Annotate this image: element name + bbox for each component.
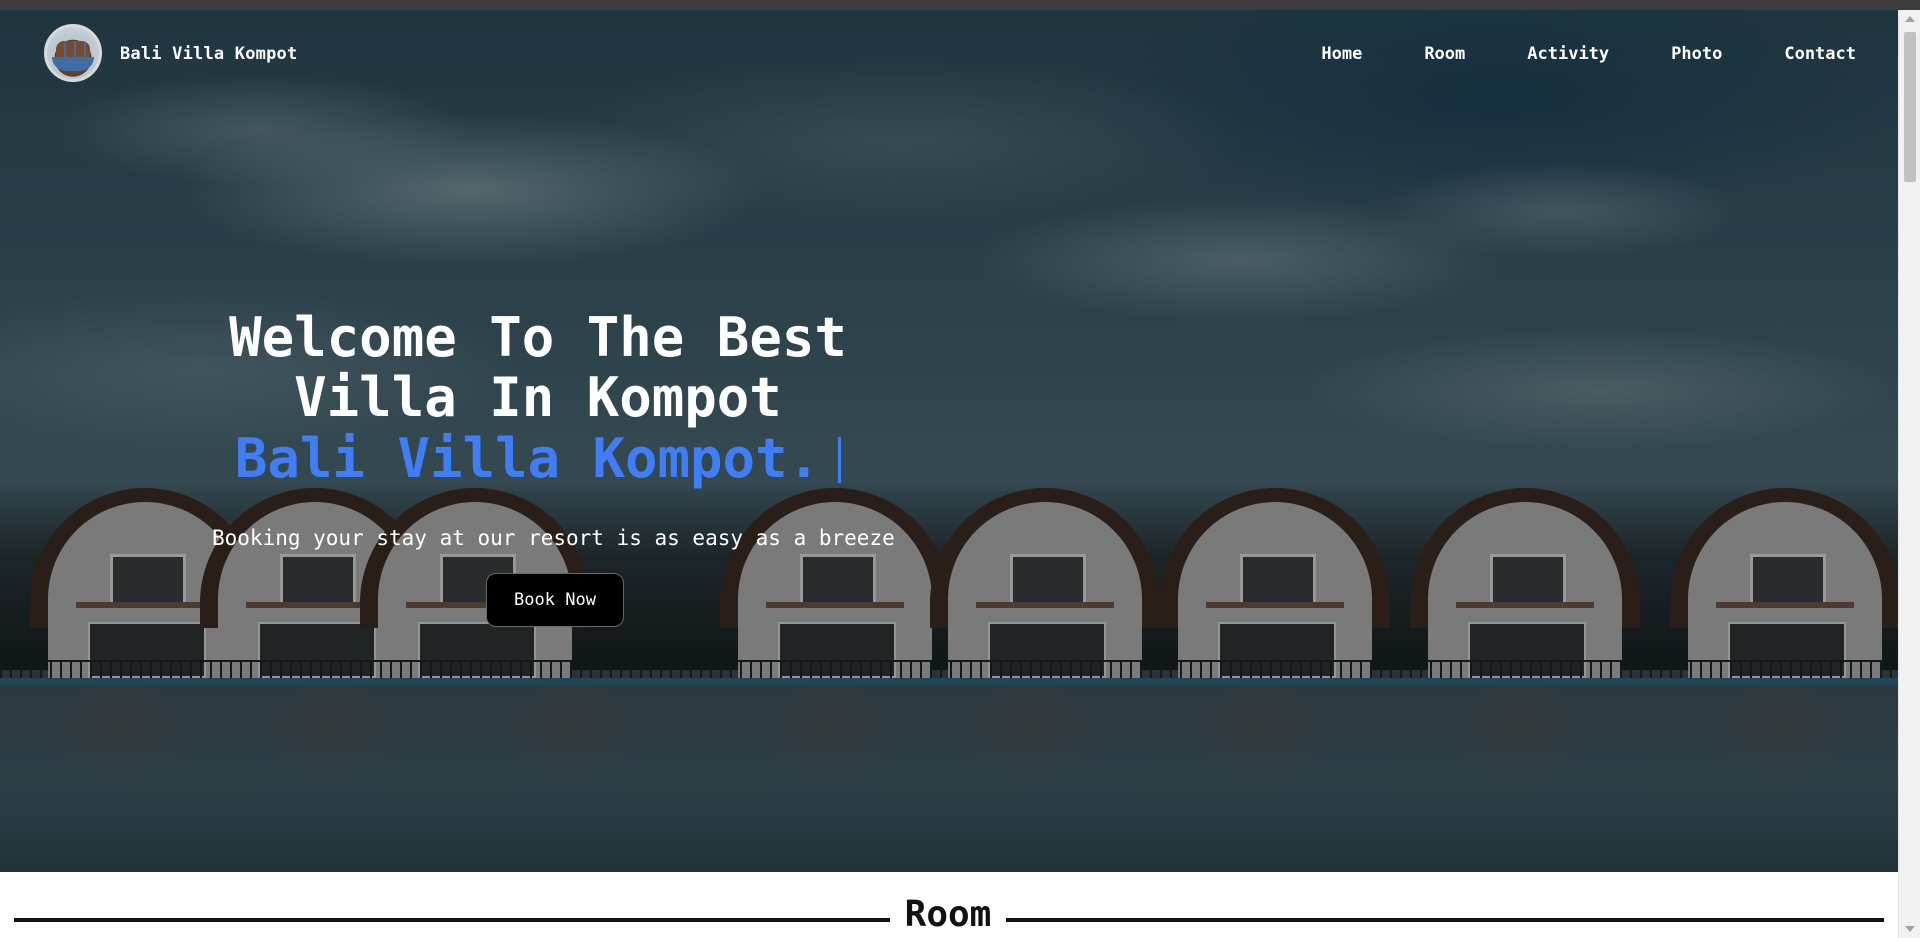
hero-section: Bali Villa Kompot Home Room Activity Pho… (0, 10, 1898, 872)
book-now-button[interactable]: Book Now (486, 573, 624, 627)
brand-name[interactable]: Bali Villa Kompot (120, 44, 297, 64)
typing-cursor (838, 437, 842, 483)
room-section: Room (0, 872, 1898, 938)
scrollbar-thumb[interactable] (1904, 32, 1916, 182)
nav-link-contact[interactable]: Contact (1784, 44, 1856, 64)
hero-title-line-1: Welcome To The Best (229, 306, 847, 369)
villa-logo-icon[interactable] (44, 24, 102, 82)
hero-typed-text: Bali Villa Kompot. (234, 427, 821, 490)
room-divider-right (1006, 918, 1884, 922)
scroll-down-arrow-icon[interactable] (1905, 926, 1915, 932)
browser-top-bar (0, 0, 1920, 10)
room-divider-left (14, 918, 890, 922)
hero-headline-block: Welcome To The Best Villa In Kompot Bali… (198, 308, 878, 490)
page: Bali Villa Kompot Home Room Activity Pho… (0, 10, 1898, 938)
nav-links: Home Room Activity Photo Contact (1259, 44, 1856, 64)
room-section-heading: Room (904, 894, 992, 935)
hero-highlight-line: Bali Villa Kompot. (198, 428, 878, 490)
hero-title-line-2: Villa In Kompot (294, 366, 782, 429)
nav-link-activity[interactable]: Activity (1527, 44, 1609, 64)
nav-link-photo[interactable]: Photo (1671, 44, 1722, 64)
hero-subtitle: Booking your stay at our resort is as ea… (212, 526, 895, 550)
scroll-up-arrow-icon[interactable] (1905, 16, 1915, 22)
page-scrollbar[interactable] (1898, 10, 1920, 938)
nav-link-room[interactable]: Room (1424, 44, 1465, 64)
nav-link-home[interactable]: Home (1321, 44, 1362, 64)
top-navbar: Bali Villa Kompot Home Room Activity Pho… (0, 10, 1898, 102)
